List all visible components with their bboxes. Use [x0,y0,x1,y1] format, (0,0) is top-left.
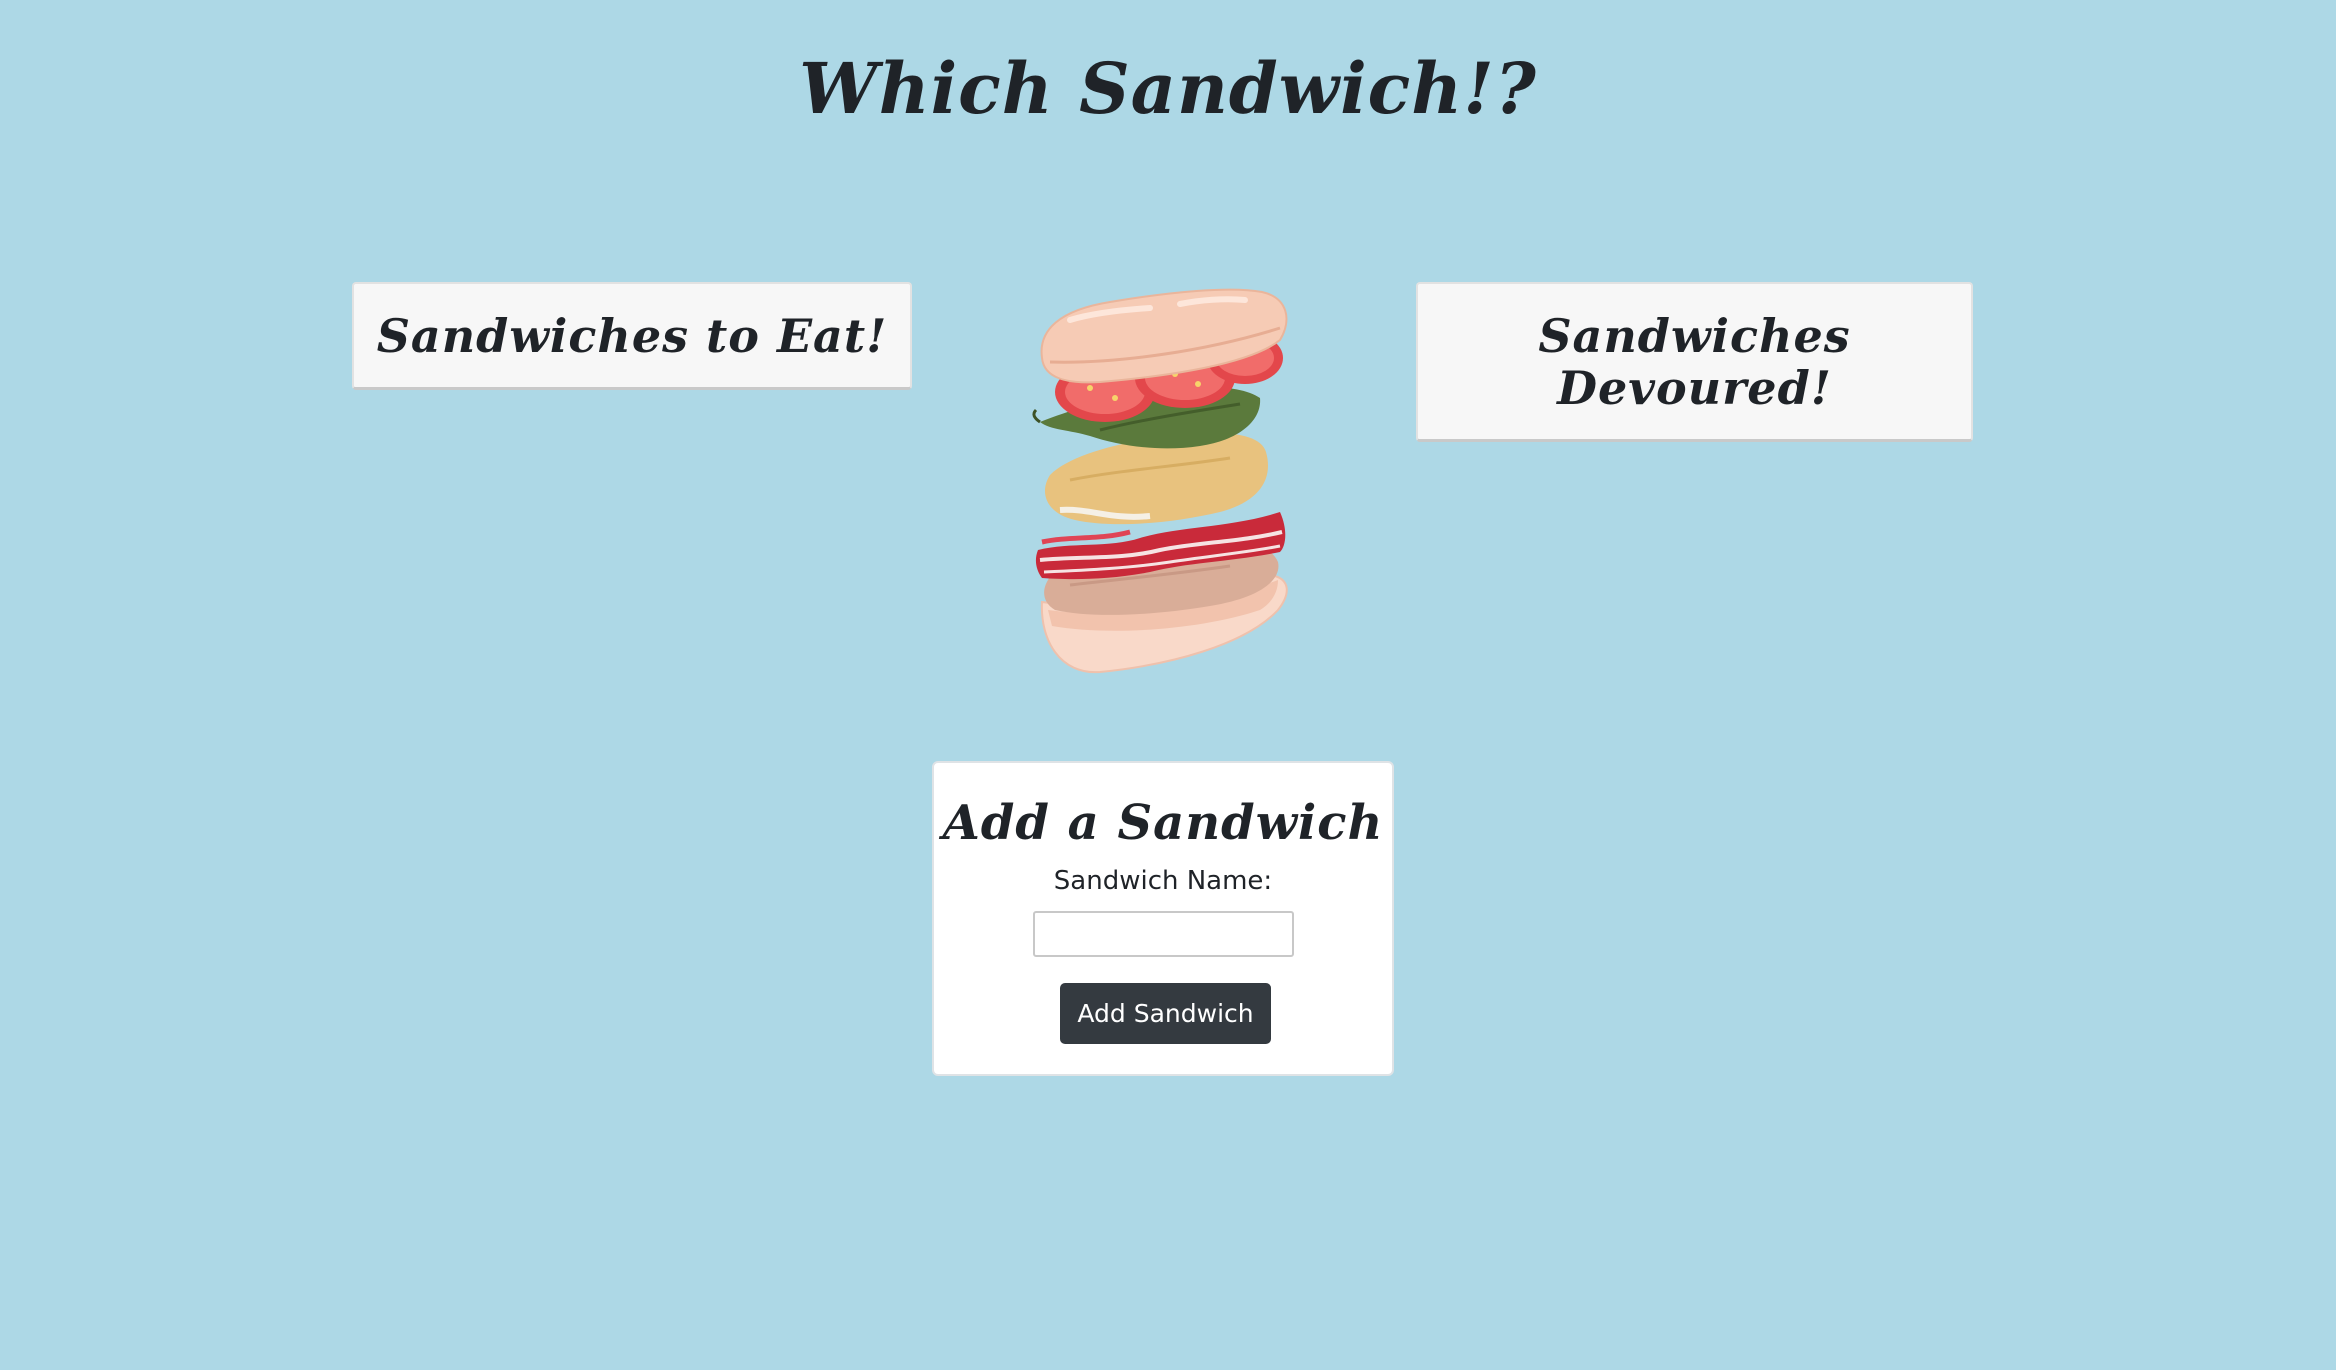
sandwich-name-input[interactable] [1033,911,1294,957]
sandwiches-to-eat-heading: Sandwiches to Eat! [376,308,888,363]
sandwiches-devoured-header: Sandwiches Devoured! [1416,282,1973,442]
sandwich-illustration [1032,288,1288,674]
sandwiches-to-eat-header: Sandwiches to Eat! [352,282,912,390]
sandwich-name-label: Sandwich Name: [1053,866,1273,896]
add-sandwich-heading: Add a Sandwich [942,795,1384,851]
sandwiches-devoured-heading: Sandwiches Devoured! [1538,308,1851,415]
add-sandwich-button[interactable]: Add Sandwich [1060,983,1271,1044]
add-sandwich-card: Add a Sandwich Sandwich Name: Add Sandwi… [932,761,1394,1076]
page-title: Which Sandwich!? [799,47,1537,130]
